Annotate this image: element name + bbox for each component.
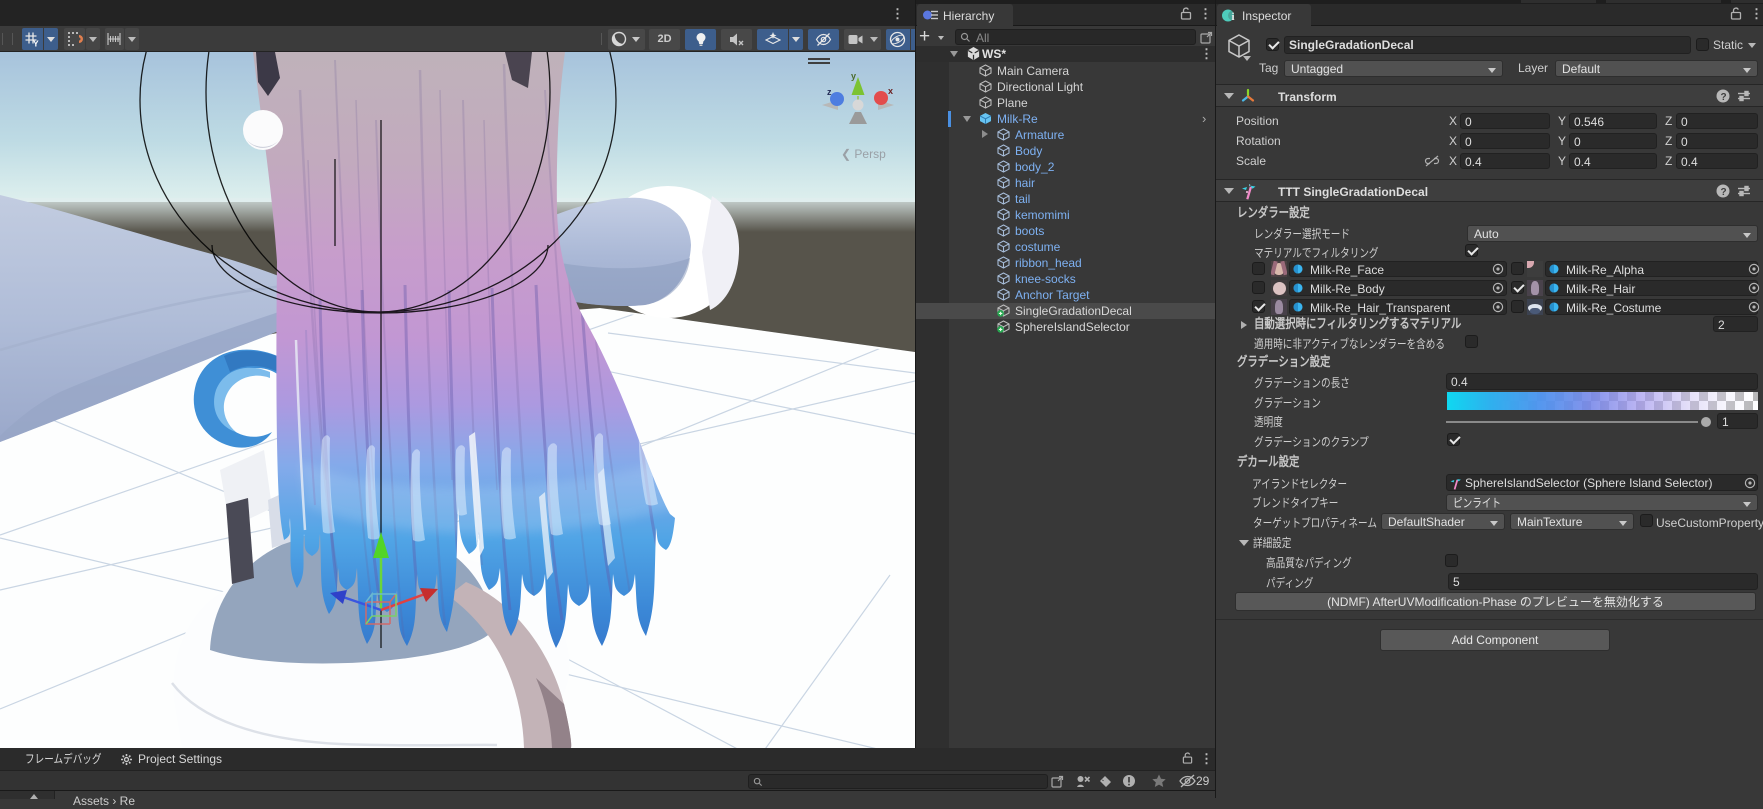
svg-text:i: i [1232,11,1235,22]
svg-text:Y: Y [33,39,39,48]
svg-text:z: z [827,87,832,97]
svg-text:❮ Persp: ❮ Persp [841,147,886,161]
svg-text:?: ? [1721,92,1727,103]
svg-text:?: ? [1721,187,1727,198]
svg-text:x: x [888,86,893,96]
svg-text:y: y [851,71,856,81]
